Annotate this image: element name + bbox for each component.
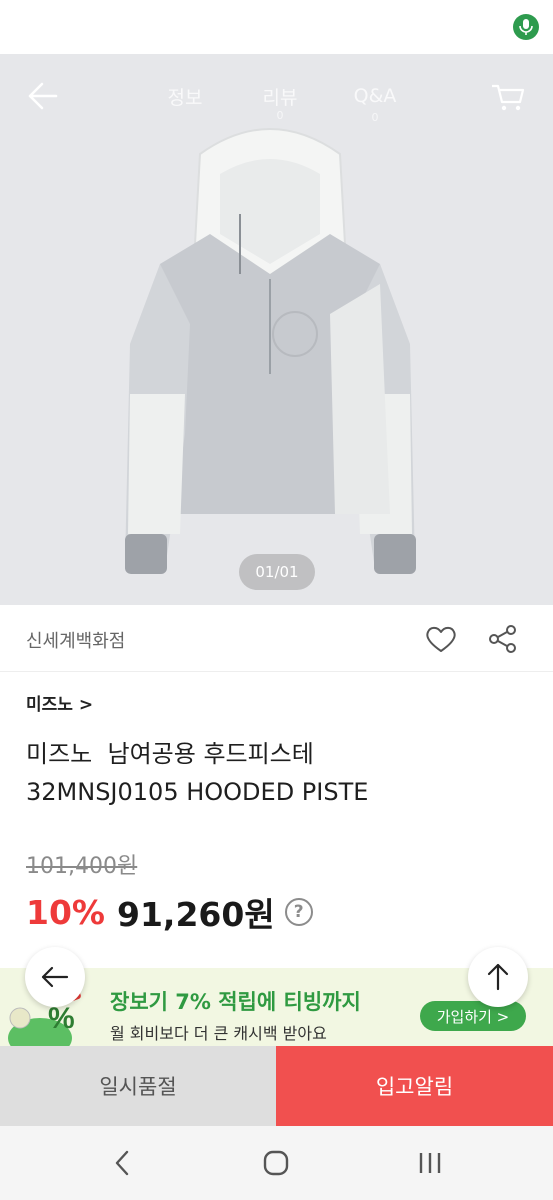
join-button[interactable]: 가입하기 > (420, 1001, 526, 1031)
share-icon[interactable] (486, 623, 520, 655)
brand-link[interactable]: 미즈노 > (26, 690, 93, 715)
product-title: 미즈노 남여공용 후드피스테 32MNSJ0105 HOODED PISTE (26, 735, 536, 811)
nav-home-icon[interactable] (256, 1146, 296, 1180)
banner-subtitle: 월 회비보다 더 큰 캐시백 받아요 (110, 1024, 327, 1043)
left-arrow-icon[interactable] (25, 947, 85, 1007)
svg-text:%: % (48, 1002, 75, 1035)
cart-icon[interactable] (488, 78, 528, 114)
heart-icon[interactable] (424, 623, 458, 655)
tab-qna-count: 0 (371, 111, 379, 124)
bottom-action-bar: 일시품절 입고알림 (0, 1046, 553, 1126)
product-title-line1: 미즈노 남여공용 후드피스테 (26, 740, 314, 768)
tab-info-label: 정보 (167, 86, 203, 109)
nav-recents-icon[interactable] (410, 1146, 450, 1180)
original-price: 101,400원 (26, 854, 138, 879)
microphone-icon[interactable] (513, 14, 539, 40)
detail-tabs: 정보 리뷰 0 Q&A 0 (150, 76, 410, 124)
tab-qna-label: Q&A (353, 85, 397, 107)
store-row: 신세계백화점 (0, 605, 553, 672)
status-bar (0, 0, 553, 54)
system-navigation-bar (0, 1126, 553, 1200)
tab-reviews-label: 리뷰 (262, 86, 298, 109)
image-counter: 01/01 (239, 554, 315, 590)
price-row: 10% 91,260원 ? (26, 890, 313, 934)
banner-title: 장보기 7% 적립에 티빙까지 (110, 990, 361, 1014)
discount-rate: 10% (26, 892, 105, 932)
tab-info[interactable]: 정보 (150, 83, 220, 110)
product-title-line2: 32MNSJ0105 HOODED PISTE (26, 778, 369, 806)
restock-alert-button[interactable]: 입고알림 (276, 1046, 553, 1126)
help-icon[interactable]: ? (284, 898, 313, 926)
tab-reviews[interactable]: 리뷰 0 (245, 83, 315, 122)
top-navigation: 정보 리뷰 0 Q&A 0 (0, 54, 553, 138)
tab-qna[interactable]: Q&A 0 (340, 85, 410, 124)
product-image (125, 128, 416, 574)
final-price: 91,260원 (117, 895, 275, 934)
nav-back-icon[interactable] (102, 1146, 142, 1180)
up-arrow-icon[interactable] (468, 947, 528, 1007)
soldout-button[interactable]: 일시품절 (0, 1046, 276, 1126)
product-image-gallery[interactable]: 정보 리뷰 0 Q&A 0 01/01 (0, 54, 553, 605)
back-arrow-icon[interactable] (22, 78, 62, 114)
tab-reviews-count: 0 (276, 108, 284, 122)
store-name[interactable]: 신세계백화점 (26, 627, 125, 653)
